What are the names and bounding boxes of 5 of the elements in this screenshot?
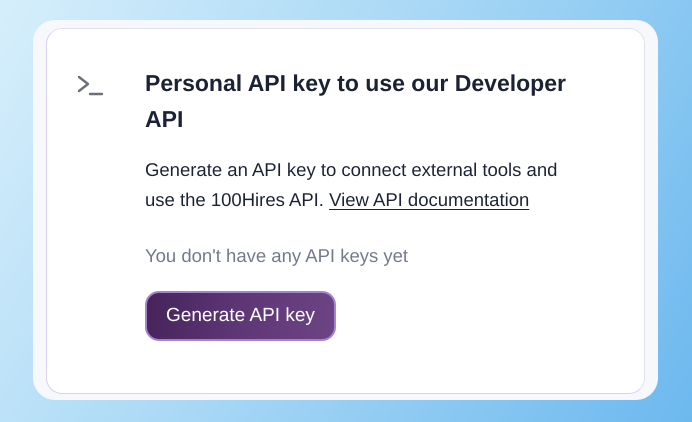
documentation-link[interactable]: View API documentation xyxy=(329,189,530,210)
generate-key-button[interactable]: Generate API key xyxy=(145,291,336,341)
card-title: Personal API key to use our Developer API xyxy=(145,69,567,134)
card-description: Generate an API key to connect external tools and use the 100Hires API. View API documentation xyxy=(145,158,558,212)
empty-message: You don't have any API keys yet xyxy=(145,244,410,268)
